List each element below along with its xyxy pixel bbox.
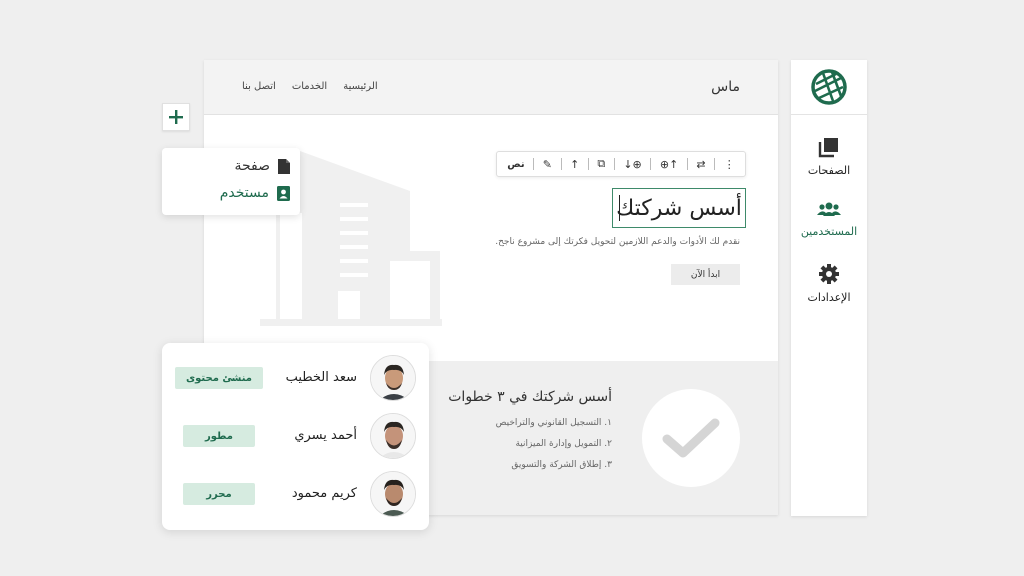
step-item: ٢. التمويل وإدارة الميزانية — [515, 439, 612, 449]
avatar — [370, 355, 416, 401]
add-menu: صفحة مستخدم — [162, 148, 300, 215]
avatar — [370, 471, 416, 517]
checkmark-icon — [662, 418, 720, 458]
start-now-button[interactable]: ابدأ الآن — [671, 264, 740, 285]
user-row[interactable]: سعد الخطيب منشئ محتوى — [162, 355, 429, 411]
insert-below-icon[interactable]: ↓⊕ — [623, 158, 641, 171]
sidebar-item-label: الصفحات — [807, 164, 851, 177]
sidebar-item-users[interactable]: المستخدمين — [791, 201, 867, 238]
person-avatar-icon — [371, 356, 415, 400]
hero-title-editor[interactable]: أسس شركتك — [612, 188, 746, 228]
site-nav: الرئيسية الخدمات اتصل بنا — [242, 81, 378, 92]
sidebar-item-settings[interactable]: الإعدادات — [791, 263, 867, 304]
add-menu-label: مستخدم — [219, 185, 269, 201]
add-menu-label: صفحة — [234, 158, 270, 174]
user-card-icon — [277, 185, 290, 201]
block-toolbar: نص ✎ ↑ ⧉ ↓⊕ ⊕↑ ⇄ ⋮ — [496, 151, 746, 177]
user-name: سعد الخطيب — [285, 370, 357, 385]
nav-link-home[interactable]: الرئيسية — [343, 81, 377, 92]
logo[interactable] — [791, 60, 867, 115]
plus-icon — [169, 110, 183, 124]
users-icon — [817, 202, 841, 216]
hero-title: أسس شركتك — [616, 195, 742, 221]
text-caret — [619, 195, 620, 221]
add-menu-item-page[interactable]: صفحة — [234, 158, 290, 174]
sidebar-item-pages[interactable]: الصفحات — [791, 136, 867, 177]
logo-icon — [811, 69, 847, 105]
file-icon — [278, 158, 290, 174]
avatar — [370, 413, 416, 459]
settings-icon — [819, 264, 839, 284]
sidebar-item-label: الإعدادات — [807, 291, 851, 304]
move-up-icon[interactable]: ↑ — [570, 158, 579, 171]
hero-description: نقدم لك الأدوات والدعم اللازمين لتحويل ف… — [495, 237, 740, 247]
nav-link-services[interactable]: الخدمات — [292, 81, 327, 92]
nav-link-contact[interactable]: اتصل بنا — [242, 81, 276, 92]
toolbar-divider — [613, 158, 615, 170]
user-row[interactable]: كريم محمود محرر — [162, 471, 429, 527]
toolbar-divider — [533, 158, 535, 170]
role-badge: محرر — [183, 483, 255, 505]
role-badge: منشئ محتوى — [175, 367, 263, 389]
insert-above-icon[interactable]: ⊕↑ — [660, 158, 678, 171]
person-avatar-icon — [371, 414, 415, 458]
edit-icon[interactable]: ✎ — [543, 158, 552, 171]
sidebar-item-label: المستخدمين — [800, 225, 858, 238]
swap-icon[interactable]: ⇄ — [696, 158, 705, 171]
user-name: أحمد يسري — [294, 428, 357, 443]
duplicate-icon[interactable]: ⧉ — [597, 157, 605, 171]
add-menu-item-user[interactable]: مستخدم — [220, 185, 290, 201]
site-header: ماس الرئيسية الخدمات اتصل بنا — [204, 60, 778, 115]
users-card: سعد الخطيب منشئ محتوى أحمد يسري مطور كري… — [162, 343, 429, 530]
add-button[interactable] — [162, 103, 190, 131]
user-row[interactable]: أحمد يسري مطور — [162, 413, 429, 469]
role-badge: مطور — [183, 425, 255, 447]
sidebar: الصفحات المستخدمين الإعدادات — [791, 60, 867, 516]
person-avatar-icon — [371, 472, 415, 516]
toolbar-divider — [686, 158, 688, 170]
toolbar-divider — [650, 158, 652, 170]
pages-icon — [818, 138, 838, 158]
step-item: ٣. إطلاق الشركة والتسويق — [511, 460, 612, 470]
steps-title: أسس شركتك في ٣ خطوات — [448, 389, 612, 405]
step-item: ١. التسجيل القانوني والتراخيص — [495, 418, 612, 428]
more-icon[interactable]: ⋮ — [724, 158, 735, 171]
text-type-button[interactable]: نص — [507, 159, 524, 170]
site-brand[interactable]: ماس — [711, 79, 740, 95]
check-badge — [642, 389, 740, 487]
toolbar-divider — [714, 158, 716, 170]
user-name: كريم محمود — [291, 486, 357, 501]
toolbar-divider — [587, 158, 589, 170]
toolbar-divider — [560, 158, 562, 170]
